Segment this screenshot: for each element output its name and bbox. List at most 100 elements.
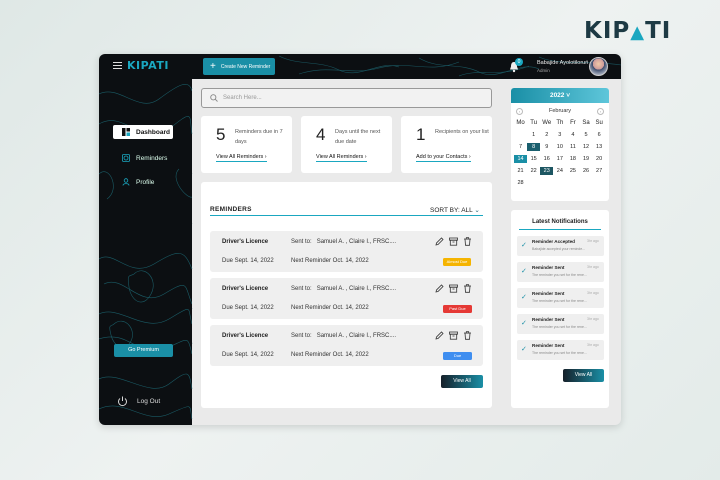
- sidebar-item-label: Reminders: [136, 154, 168, 162]
- calendar-day[interactable]: 5: [579, 131, 592, 139]
- calendar-day[interactable]: 26: [579, 167, 592, 175]
- calendar-weekday: Tu: [530, 120, 538, 126]
- archive-icon[interactable]: [449, 284, 458, 293]
- chevron-down-icon: ⌄: [474, 207, 480, 214]
- notification-title: Reminder Sent: [532, 265, 565, 270]
- notification-text: The reminder you set for the rene...: [532, 273, 587, 277]
- reminder-card[interactable]: Driver's Licence Sent to: Samuel A. , Cl…: [210, 278, 483, 319]
- check-icon: ✓: [521, 242, 527, 249]
- calendar-day[interactable]: 20: [593, 155, 606, 163]
- reminder-recipients: Sent to: Samuel A. , Claire I., FRSC....: [291, 333, 397, 339]
- stat-card-recipients: 1 Recipients on your list Add to your Co…: [401, 116, 492, 173]
- sidebar-item-reminders[interactable]: Reminders: [122, 154, 167, 162]
- notification-title: Reminder Sent: [532, 291, 565, 296]
- calendar-day[interactable]: 19: [579, 155, 592, 163]
- calendar-day[interactable]: 3: [553, 131, 566, 139]
- calendar-day[interactable]: 25: [566, 167, 579, 175]
- reminder-actions: [435, 331, 472, 340]
- calendar-weekday: Su: [595, 120, 603, 126]
- calendar-day[interactable]: 18: [566, 155, 579, 163]
- notification-text: The reminder you set for the rene...: [532, 325, 587, 329]
- calendar-day[interactable]: 14: [514, 155, 528, 163]
- view-all-reminders-button[interactable]: View All: [441, 375, 483, 388]
- calendar-day[interactable]: 16: [540, 155, 553, 163]
- reminder-card[interactable]: Driver's Licence Sent to: Samuel A. , Cl…: [210, 325, 483, 366]
- search-input[interactable]: Search Here...: [201, 88, 492, 108]
- archive-icon[interactable]: [449, 331, 458, 340]
- stat-description: Recipients on your list: [435, 129, 489, 135]
- notifications-title: Latest Notifications: [532, 219, 588, 225]
- stat-number: 4: [316, 125, 326, 144]
- calendar-day[interactable]: 8: [527, 143, 541, 151]
- notification-title: Reminder Sent: [532, 343, 565, 348]
- notification-title: Reminder Accepted: [532, 239, 575, 244]
- reminder-next-date: Next Reminder Oct. 14, 2022: [291, 305, 369, 311]
- calendar-day[interactable]: 13: [593, 143, 606, 151]
- reminder-name: Driver's Licence: [222, 333, 269, 339]
- calendar-day[interactable]: 17: [553, 155, 566, 163]
- calendar-day[interactable]: 2: [540, 131, 553, 139]
- calendar-day[interactable]: 10: [553, 143, 566, 151]
- calendar-day[interactable]: 27: [593, 167, 606, 175]
- view-all-reminders-link[interactable]: View All Reminders ›: [216, 154, 267, 162]
- calendar-day[interactable]: 28: [514, 179, 527, 187]
- calendar-day[interactable]: 24: [553, 167, 566, 175]
- stat-card-days-until: 4 Days until the next due date View All …: [301, 116, 392, 173]
- calendar-year-select[interactable]: 2022 ˅: [511, 88, 609, 103]
- hamburger-menu-icon[interactable]: [113, 62, 122, 69]
- trash-icon[interactable]: [463, 331, 472, 340]
- calendar-day[interactable]: 7: [514, 143, 527, 151]
- view-all-reminders-link[interactable]: View All Reminders ›: [316, 154, 367, 162]
- reminder-recipients: Sent to: Samuel A. , Claire I., FRSC....: [291, 286, 397, 292]
- notification-time: 3hr ago: [587, 291, 599, 295]
- add-contacts-link[interactable]: Add to your Contacts ›: [416, 154, 471, 162]
- dashboard-icon: [122, 128, 130, 136]
- calendar-day[interactable]: 6: [593, 131, 606, 139]
- notification-count-badge: 0: [515, 58, 523, 66]
- notification-item[interactable]: ✓ Reminder Accepted 3hr ago Babajide acc…: [517, 236, 604, 256]
- edit-icon[interactable]: [435, 284, 444, 293]
- sidebar-item-profile[interactable]: Profile: [122, 178, 154, 186]
- reminder-card[interactable]: Driver's Licence Sent to: Samuel A. , Cl…: [210, 231, 483, 272]
- stat-number: 1: [416, 125, 426, 144]
- sort-label: SORT BY:: [430, 207, 460, 214]
- user-role: Admin: [537, 68, 550, 73]
- calendar-empty: [514, 131, 527, 139]
- avatar[interactable]: [589, 57, 608, 76]
- plus-icon: +: [210, 60, 216, 72]
- edit-icon[interactable]: [435, 237, 444, 246]
- notification-item[interactable]: ✓ Reminder Sent 3hr ago The reminder you…: [517, 314, 604, 334]
- archive-icon[interactable]: [449, 237, 458, 246]
- trash-icon[interactable]: [463, 237, 472, 246]
- reminder-actions: [435, 237, 472, 246]
- sort-dropdown[interactable]: SORT BY: ALL ⌄: [430, 206, 480, 214]
- check-icon: ✓: [521, 320, 527, 327]
- calendar-day[interactable]: 22: [527, 167, 540, 175]
- stat-description: Days until the next due date: [335, 129, 381, 145]
- calendar-day[interactable]: 12: [579, 143, 592, 151]
- calendar-day[interactable]: 11: [566, 143, 579, 151]
- calendar-weekday: Fr: [570, 120, 576, 126]
- notification-item[interactable]: ✓ Reminder Sent 3hr ago The reminder you…: [517, 262, 604, 282]
- calendar-day[interactable]: 9: [540, 143, 553, 151]
- create-reminder-label: Create New Reminder: [220, 63, 271, 70]
- calendar-day[interactable]: 15: [527, 155, 540, 163]
- calendar-day[interactable]: 4: [566, 131, 579, 139]
- calendar-weekday: Sa: [582, 120, 590, 126]
- edit-icon[interactable]: [435, 331, 444, 340]
- logout-button[interactable]: Log Out: [117, 396, 160, 407]
- stat-number: 5: [216, 125, 226, 144]
- next-month-icon[interactable]: ›: [597, 108, 604, 115]
- go-premium-button[interactable]: Go Premium: [114, 344, 173, 357]
- bell-logo-icon: ▲: [630, 22, 646, 43]
- trash-icon[interactable]: [463, 284, 472, 293]
- sidebar-item-dashboard[interactable]: Dashboard: [113, 125, 173, 139]
- view-all-notifications-button[interactable]: View All: [563, 369, 604, 382]
- create-reminder-button[interactable]: + Create New Reminder: [203, 58, 275, 75]
- calendar-day[interactable]: 1: [527, 131, 540, 139]
- calendar-day[interactable]: 21: [514, 167, 527, 175]
- notification-item[interactable]: ✓ Reminder Sent 3hr ago The reminder you…: [517, 288, 604, 308]
- notification-time: 3hr ago: [587, 239, 599, 243]
- calendar-day[interactable]: 23: [540, 167, 554, 175]
- notification-item[interactable]: ✓ Reminder Sent 3hr ago The reminder you…: [517, 340, 604, 360]
